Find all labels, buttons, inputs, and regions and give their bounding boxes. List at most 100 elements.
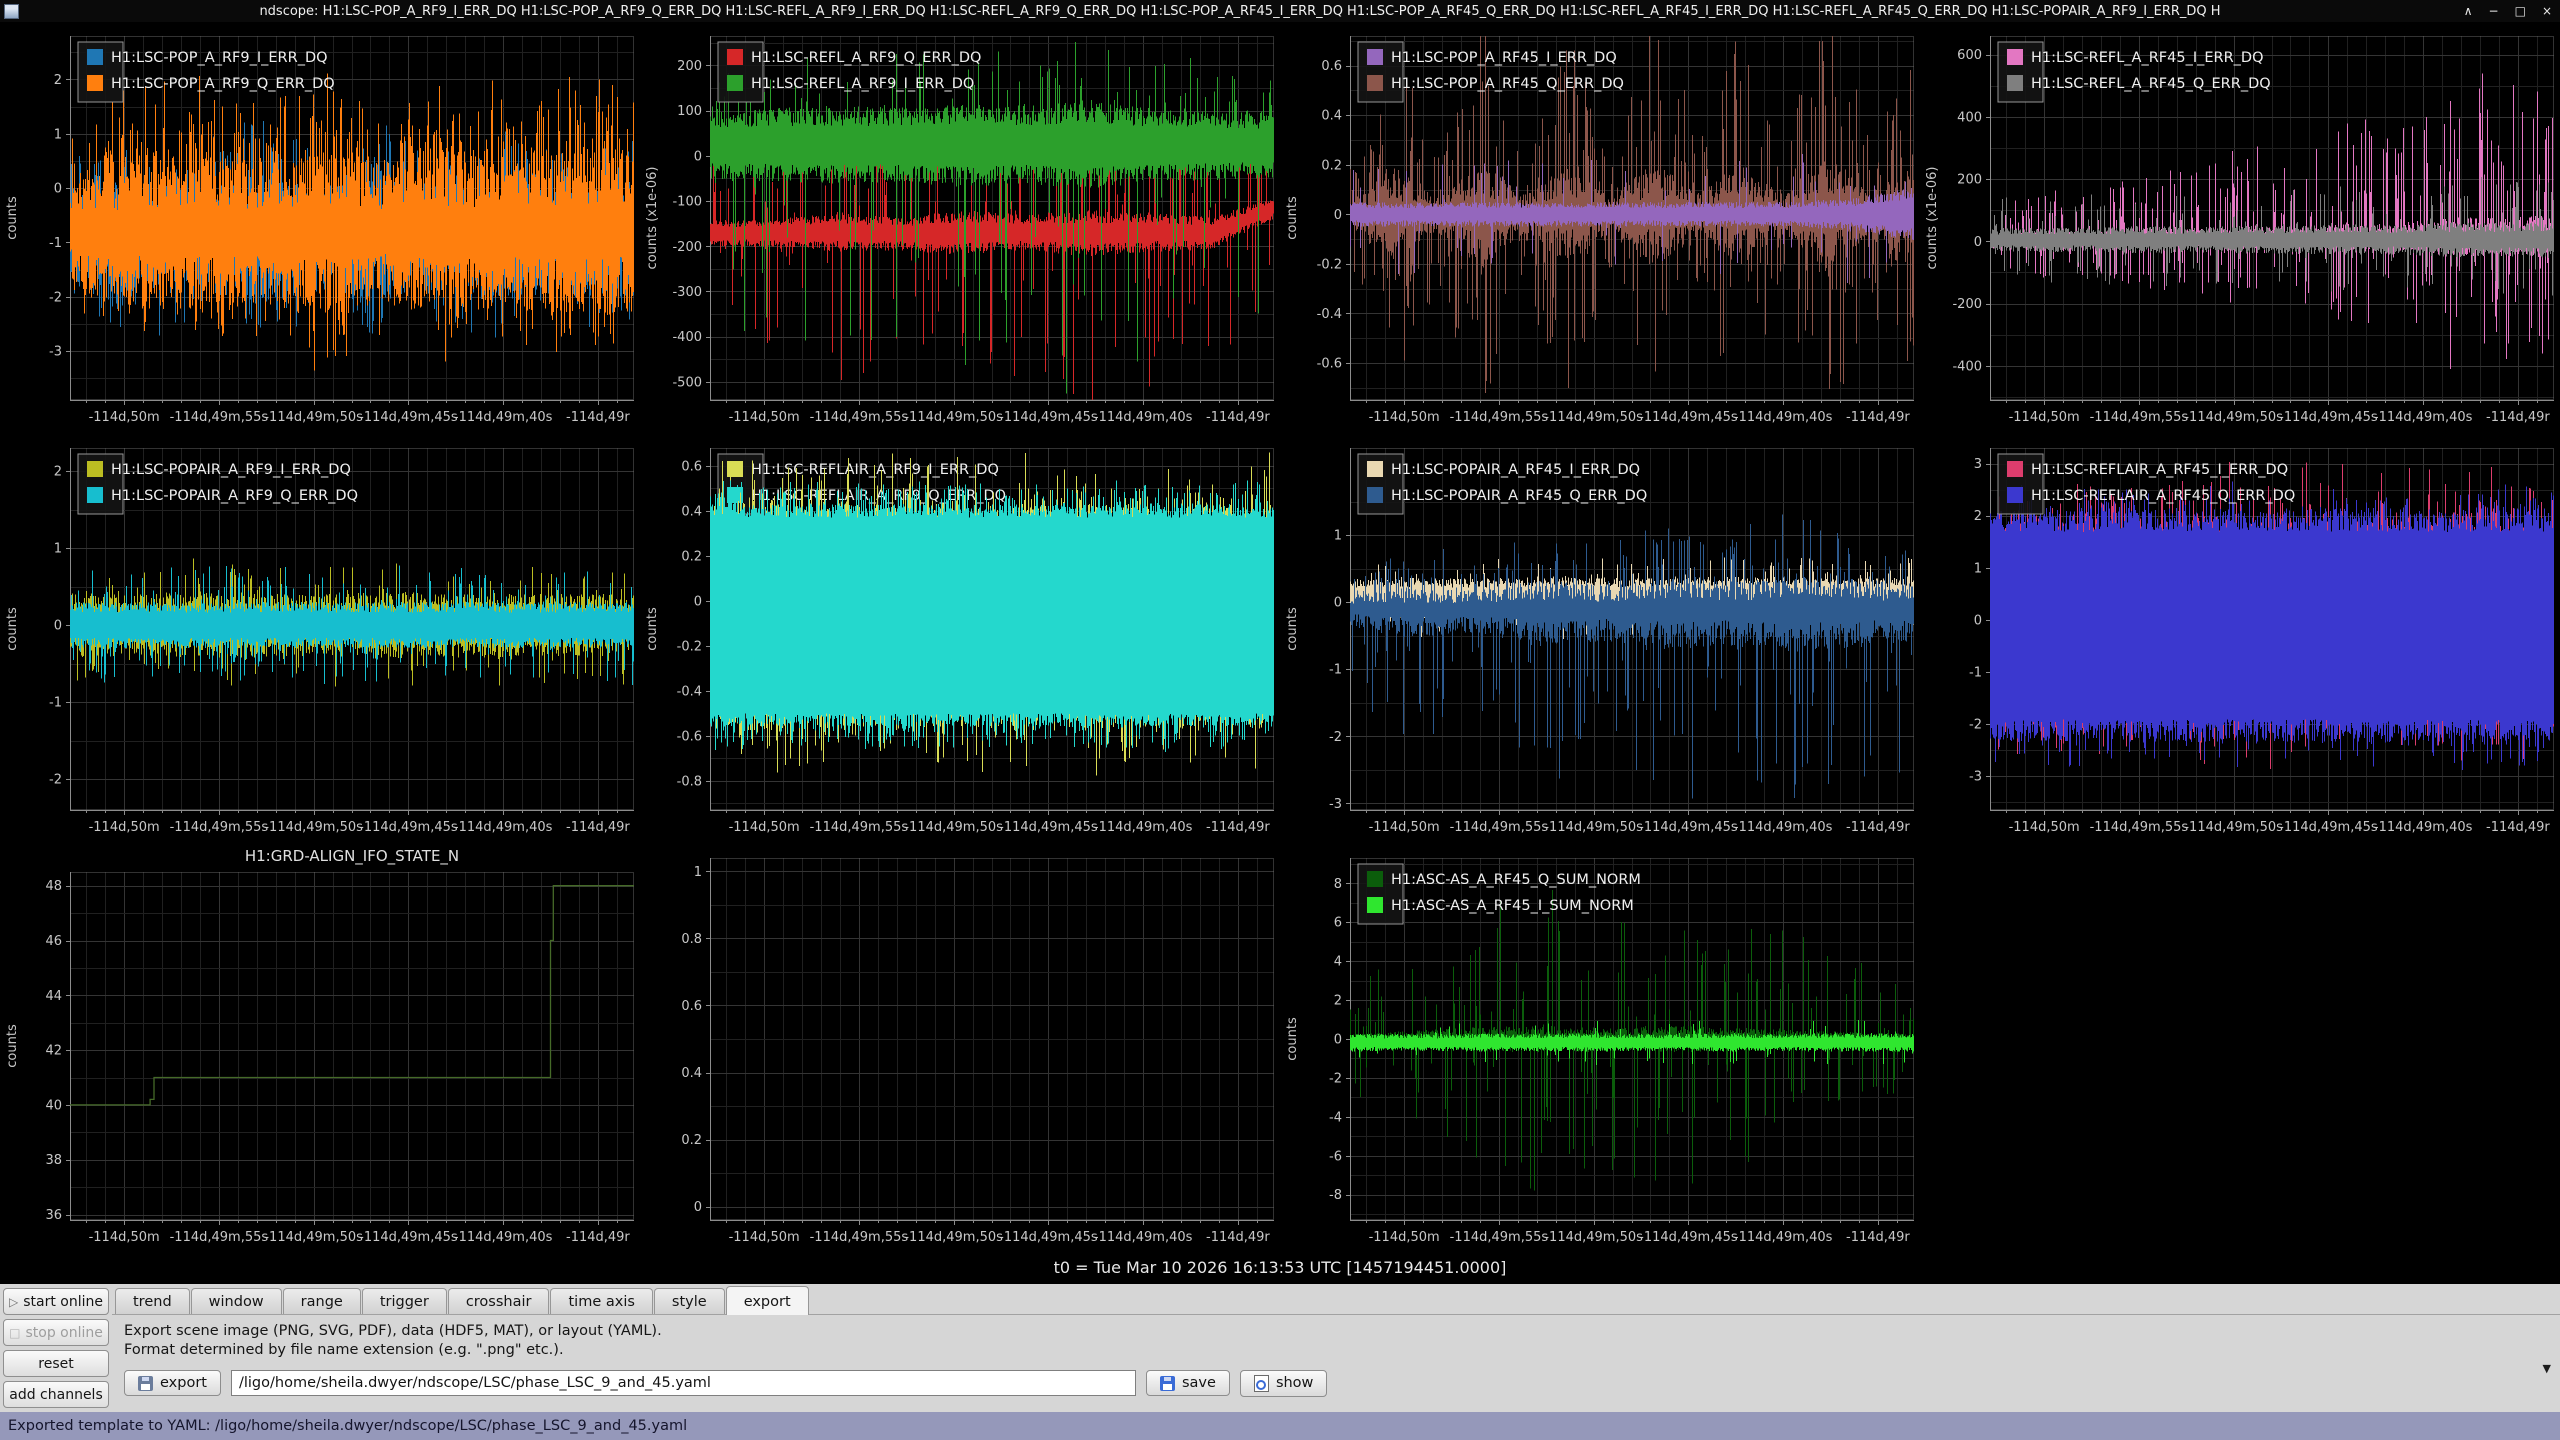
shade-button[interactable]: ∧ (2464, 4, 2473, 18)
y-tick-label: -0.8 (677, 774, 702, 789)
y-tick-label: 100 (677, 104, 702, 119)
y-tick-label: -200 (1952, 297, 1982, 312)
x-tick-label: -114d,49m,45s (2279, 820, 2378, 835)
x-tick-label: -114d,49r (1846, 410, 1910, 425)
x-tick-label: -114d,49m,45s (999, 820, 1098, 835)
tab-crosshair[interactable]: crosshair (448, 1288, 550, 1315)
legend-swatch (727, 49, 743, 65)
y-tick-label: -3 (49, 345, 62, 360)
legend-swatch (87, 75, 103, 91)
plot-empty-axes[interactable]: 10.80.60.40.20-114d,50m-114d,49m,55s-114… (640, 844, 1280, 1254)
t0-label: t0 = Tue Mar 10 2026 16:13:53 UTC [14571… (0, 1254, 2560, 1284)
y-tick-label: -400 (672, 330, 702, 345)
plot-pop-a-rf45[interactable]: 0.60.40.20-0.2-0.4-0.6-114d,50m-114d,49m… (1280, 22, 1920, 434)
tab-window[interactable]: window (191, 1288, 282, 1315)
x-tick-label: -114d,49m,45s (359, 410, 458, 425)
y-tick-label: -0.6 (677, 729, 702, 744)
y-tick-label: 1 (1974, 561, 1982, 576)
scroll-down-icon[interactable]: ▼ (2543, 1362, 2551, 1375)
x-tick-label: -114d,49r (2486, 820, 2550, 835)
y-tick-label: 400 (1957, 110, 1982, 125)
y-axis-label: counts (x1e-06) (1925, 167, 1940, 270)
plot-popair-a-rf45[interactable]: 10-1-2-3-114d,50m-114d,49m,55s-114d,49m,… (1280, 434, 1920, 844)
x-tick-label: -114d,49m,40s (2374, 820, 2473, 835)
x-tick-label: -114d,49r (1206, 410, 1270, 425)
save-button[interactable]: save (1146, 1370, 1230, 1396)
legend: H1:LSC-POP_A_RF9_I_ERR_DQH1:LSC-POP_A_RF… (78, 42, 335, 102)
ndscope-window: ndscope: H1:LSC-POP_A_RF9_I_ERR_DQ H1:LS… (0, 0, 2560, 1440)
save-icon (1160, 1376, 1175, 1391)
minimize-button[interactable]: − (2489, 4, 2499, 18)
x-tick-label: -114d,49r (1206, 820, 1270, 835)
tab-bar: trendwindowrangetriggercrosshairtime axi… (112, 1284, 2560, 1315)
x-tick-label: -114d,49m,40s (454, 820, 553, 835)
legend-swatch (1367, 461, 1383, 477)
y-tick-label: 0.4 (681, 1066, 702, 1081)
start-online-button[interactable]: ▷start online (3, 1288, 109, 1315)
stop-online-button: □stop online (3, 1319, 109, 1346)
maximize-button[interactable]: □ (2515, 4, 2526, 18)
y-tick-label: -100 (672, 195, 702, 210)
plot-reflair-a-rf45[interactable]: 3210-1-2-3-114d,50m-114d,49m,55s-114d,49… (1920, 434, 2560, 844)
window-title: ndscope: H1:LSC-POP_A_RF9_I_ERR_DQ H1:LS… (30, 4, 2450, 19)
tab-style[interactable]: style (654, 1288, 725, 1315)
x-tick-label: -114d,49m,45s (2279, 410, 2378, 425)
x-tick-label: -114d,49m,55s (2090, 410, 2189, 425)
window-controls: ∧ − □ × (2464, 0, 2552, 22)
y-tick-label: 2 (1334, 994, 1342, 1009)
plot-popair-a-rf9[interactable]: 210-1-2-114d,50m-114d,49m,55s-114d,49m,5… (0, 434, 640, 844)
y-axis-label: counts (1285, 1017, 1300, 1061)
legend-swatch (2007, 461, 2023, 477)
export-button[interactable]: export (124, 1370, 221, 1396)
y-tick-label: -1 (49, 696, 62, 711)
plot-cell-pop-a-rf45: 0.60.40.20-0.2-0.4-0.6-114d,50m-114d,49m… (1280, 22, 1920, 434)
y-tick-label: 0.4 (681, 504, 702, 519)
plot-reflair-a-rf9[interactable]: 0.60.40.20-0.2-0.4-0.6-0.8-114d,50m-114d… (640, 434, 1280, 844)
legend-channel-name: H1:LSC-POPAIR_A_RF9_Q_ERR_DQ (111, 488, 358, 504)
play-icon: ▷ (9, 1295, 18, 1309)
y-tick-label: 0.4 (1321, 109, 1342, 124)
x-tick-label: -114d,50m (89, 1230, 160, 1245)
legend: H1:LSC-POPAIR_A_RF9_I_ERR_DQH1:LSC-POPAI… (78, 454, 358, 514)
reset-button[interactable]: reset (3, 1350, 109, 1377)
y-tick-label: 36 (45, 1208, 62, 1223)
x-tick-label: -114d,50m (729, 410, 800, 425)
export-button-label: export (160, 1375, 207, 1391)
legend-swatch (87, 49, 103, 65)
legend-channel-name: H1:LSC-POP_A_RF45_Q_ERR_DQ (1391, 76, 1624, 92)
y-tick-label: 46 (45, 934, 62, 949)
export-description-line1: Export scene image (PNG, SVG, PDF), data… (124, 1322, 2548, 1341)
plot-cell-pop-a-rf9: 210-1-2-3-114d,50m-114d,49m,55s-114d,49m… (0, 22, 640, 434)
x-tick-label: -114d,49m,55s (1450, 410, 1549, 425)
show-button[interactable]: show (1240, 1370, 1327, 1397)
legend-channel-name: H1:LSC-POP_A_RF45_I_ERR_DQ (1391, 50, 1617, 66)
export-description-line2: Format determined by file name extension… (124, 1341, 2548, 1360)
legend: H1:LSC-POPAIR_A_RF45_I_ERR_DQH1:LSC-POPA… (1358, 454, 1647, 514)
tab-time-axis[interactable]: time axis (550, 1288, 652, 1315)
tab-trigger[interactable]: trigger (362, 1288, 447, 1315)
x-tick-label: -114d,49m,50s (264, 410, 363, 425)
export-path-input[interactable] (231, 1370, 1136, 1396)
tab-trend[interactable]: trend (115, 1288, 190, 1315)
plot-refl-a-rf45[interactable]: 6004002000-200-400-114d,50m-114d,49m,55s… (1920, 22, 2560, 434)
y-tick-label: -6 (1329, 1149, 1342, 1164)
plot-refl-a-rf9[interactable]: 2001000-100-200-300-400-500-114d,50m-114… (640, 22, 1280, 434)
plot-cell-reflair-a-rf45: 3210-1-2-3-114d,50m-114d,49m,55s-114d,49… (1920, 434, 2560, 844)
legend-channel-name: H1:LSC-POP_A_RF9_Q_ERR_DQ (111, 76, 335, 92)
add-channels-button[interactable]: add channels (3, 1381, 109, 1408)
tab-range[interactable]: range (283, 1288, 361, 1315)
plot-pop-a-rf9[interactable]: 210-1-2-3-114d,50m-114d,49m,55s-114d,49m… (0, 22, 640, 434)
legend-channel-name: H1:LSC-REFL_A_RF45_I_ERR_DQ (2031, 50, 2264, 66)
y-tick-label: 38 (45, 1153, 62, 1168)
plot-grd-align-ifo-state[interactable]: 48464442403836-114d,50m-114d,49m,55s-114… (0, 844, 640, 1254)
y-tick-label: -2 (1329, 730, 1342, 745)
plot-asc-as-a-rf45[interactable]: 86420-2-4-6-8-114d,50m-114d,49m,55s-114d… (1280, 844, 1920, 1254)
close-button[interactable]: × (2542, 4, 2552, 18)
x-tick-label: -114d,49m,45s (359, 820, 458, 835)
y-axis-label: counts (5, 607, 20, 651)
legend-swatch (727, 461, 743, 477)
y-tick-label: -400 (1952, 359, 1982, 374)
tab-export[interactable]: export (726, 1286, 809, 1315)
x-tick-label: -114d,49m,45s (999, 410, 1098, 425)
legend-channel-name: H1:LSC-REFL_A_RF9_Q_ERR_DQ (751, 50, 981, 66)
